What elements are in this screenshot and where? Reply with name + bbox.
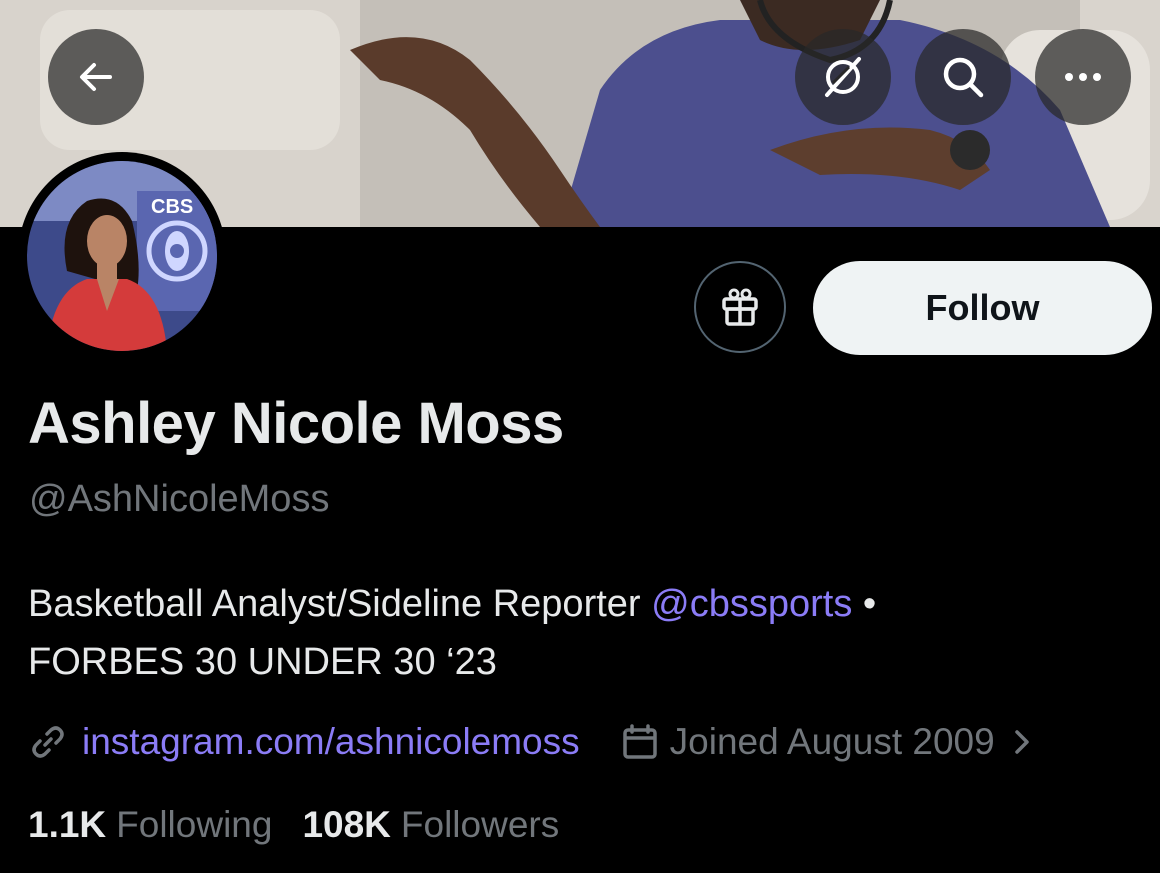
cbs-logo-text: CBS <box>151 196 193 218</box>
followers-count: 108K <box>302 804 391 845</box>
more-horizontal-icon <box>1065 73 1101 81</box>
bio: Basketball Analyst/Sideline Reporter @cb… <box>28 575 1138 691</box>
back-button[interactable] <box>48 29 144 125</box>
following-label: Following <box>116 804 273 845</box>
link-icon <box>32 726 64 758</box>
search-button[interactable] <box>915 29 1011 125</box>
following-count: 1.1K <box>28 804 107 845</box>
display-name: Ashley Nicole Moss <box>28 391 564 456</box>
profile-meta: instagram.com/ashnicolemoss Joined Augus… <box>28 718 1037 766</box>
grok-icon <box>825 57 861 97</box>
profile-stats: 1.1K Following 108K Followers <box>28 804 559 846</box>
calendar-icon <box>622 724 657 759</box>
grok-button[interactable] <box>795 29 891 125</box>
followers-stat[interactable]: 108K Followers <box>302 804 559 846</box>
arrow-left-icon <box>80 63 112 91</box>
search-icon <box>943 57 984 98</box>
bio-line-2: FORBES 30 UNDER 30 ‘23 <box>28 641 497 683</box>
bio-text: Basketball Analyst/Sideline Reporter <box>28 583 652 625</box>
gift-icon <box>722 288 758 326</box>
follow-button[interactable]: Follow <box>813 261 1152 355</box>
following-stat[interactable]: 1.1K Following <box>28 804 272 846</box>
joined-date: Joined August 2009 <box>669 721 995 762</box>
followers-label: Followers <box>400 804 560 845</box>
gift-button[interactable] <box>694 261 786 353</box>
bio-mention-link[interactable]: @cbssports <box>651 583 852 625</box>
bio-separator: • <box>852 583 877 625</box>
avatar-image: CBS <box>27 161 217 351</box>
avatar[interactable]: CBS <box>18 152 226 360</box>
more-button[interactable] <box>1035 29 1131 125</box>
bio-line-1: Basketball Analyst/Sideline Reporter @cb… <box>28 575 1138 633</box>
chevron-right-icon[interactable] <box>1007 722 1037 762</box>
website-link[interactable]: instagram.com/ashnicolemoss <box>82 721 580 763</box>
handle: @AshNicoleMoss <box>29 478 330 520</box>
